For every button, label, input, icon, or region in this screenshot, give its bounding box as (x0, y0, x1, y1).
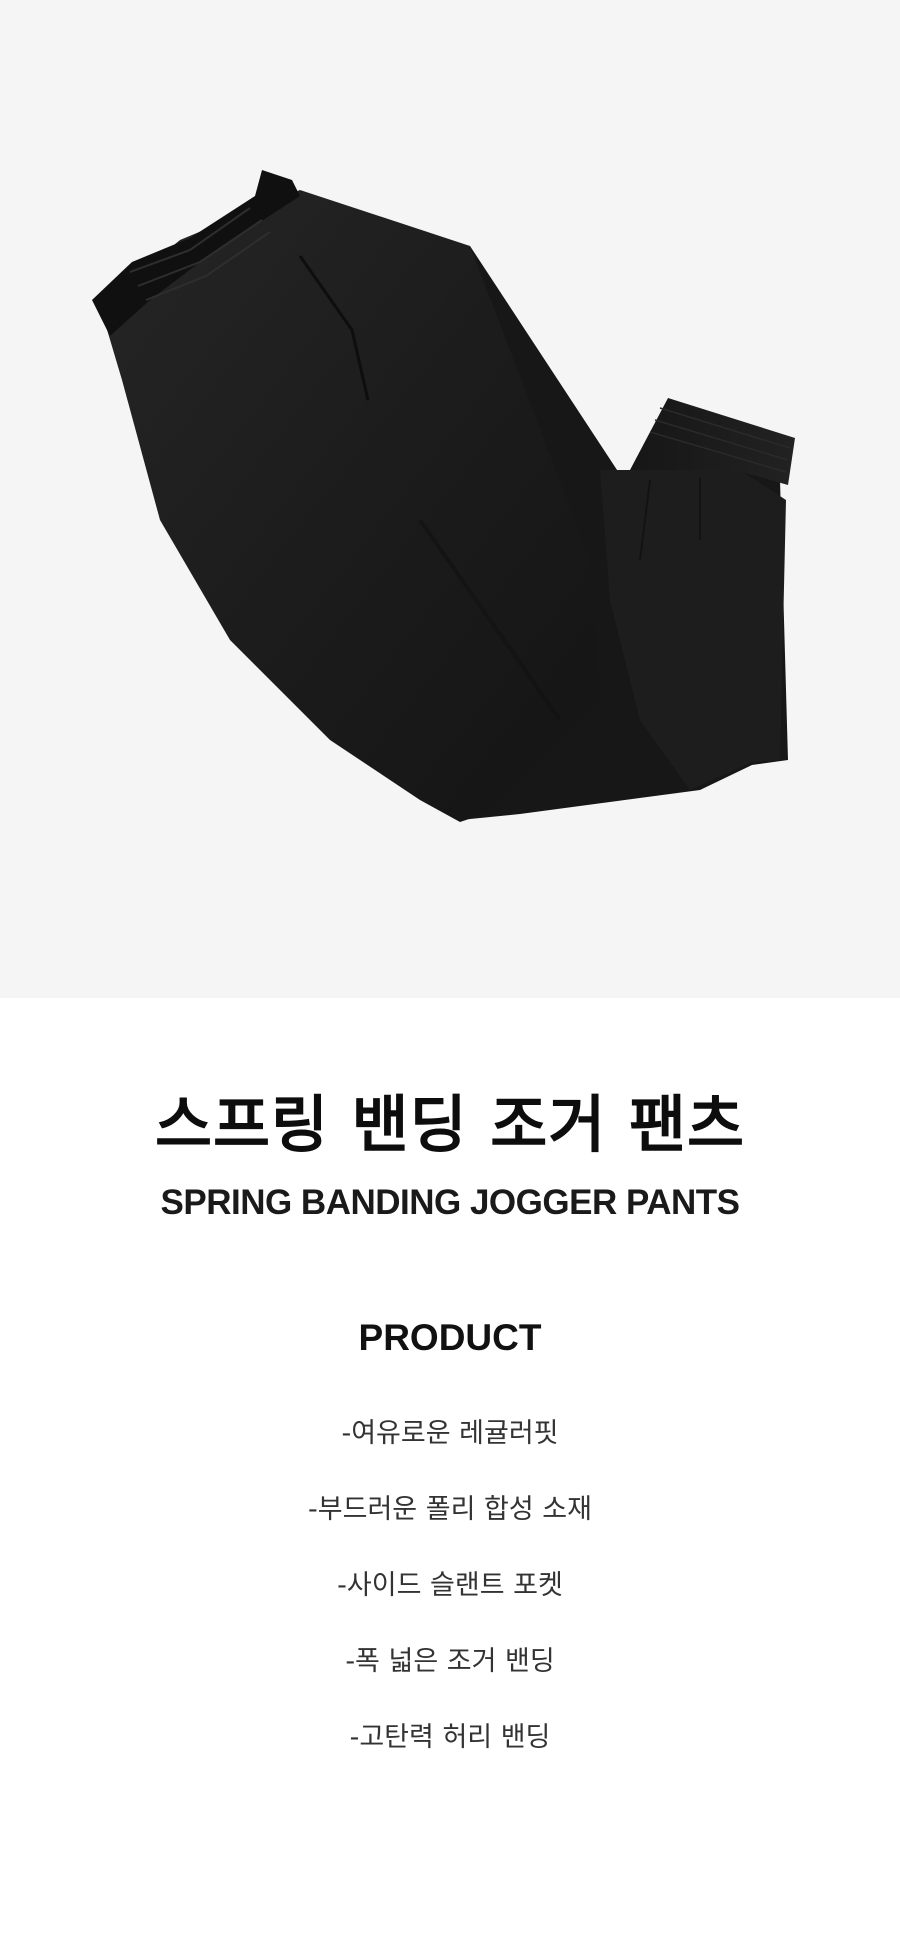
feature-list: -여유로운 레귤러핏 -부드러운 폴리 합성 소재 -사이드 슬랜트 포켓 -폭… (0, 1414, 900, 1794)
jogger-pants-image (92, 170, 795, 822)
product-title-korean: 스프링 밴딩 조거 팬츠 (154, 1088, 746, 1161)
feature-item: -고탄력 허리 밴딩 (349, 1722, 551, 1753)
feature-item: -부드러운 폴리 합성 소재 (308, 1494, 592, 1525)
feature-item: -사이드 슬랜트 포켓 (337, 1570, 563, 1601)
product-title-english: SPRING BANDING JOGGER PANTS (160, 1183, 740, 1222)
pants-body (100, 190, 600, 822)
product-image-area (0, 0, 900, 998)
feature-item: -여유로운 레귤러핏 (341, 1418, 559, 1449)
product-section-heading: PRODUCT (358, 1317, 542, 1358)
feature-item: -폭 넓은 조거 밴딩 (345, 1646, 555, 1677)
